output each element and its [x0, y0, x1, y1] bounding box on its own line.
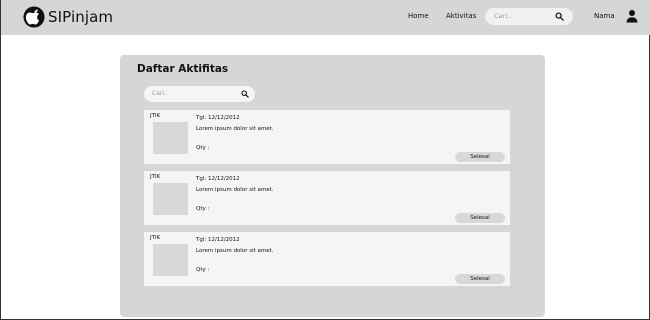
user-name[interactable]: Nama — [594, 12, 615, 20]
card-qty: Qty : — [196, 267, 210, 273]
card-date: Tgl: 12/12/2012 — [196, 237, 240, 243]
nav-search-input[interactable]: Cari.. — [494, 12, 511, 20]
brand[interactable]: SIPinjam — [23, 6, 113, 28]
panel-search-box[interactable]: Cari.. — [144, 86, 255, 102]
card-thumbnail — [153, 183, 188, 215]
selesai-button[interactable]: Selesai — [455, 213, 505, 223]
panel-title: Daftar Aktifitas — [137, 63, 229, 75]
card-date: Tgl: 12/12/2012 — [196, 115, 240, 121]
card-description: Lorem ipsum dolor sit amet. — [196, 187, 274, 193]
nav-link-home[interactable]: Home — [408, 12, 429, 20]
card-code: JTIK — [150, 174, 161, 180]
card-description: Lorem ipsum dolor sit amet. — [196, 248, 274, 254]
user-icon[interactable] — [625, 9, 639, 23]
card-qty: Qty : — [196, 145, 210, 151]
search-icon[interactable] — [241, 90, 249, 98]
card-date: Tgl: 12/12/2012 — [196, 176, 240, 182]
activity-card: JTIK Tgl: 12/12/2012 Lorem ipsum dolor s… — [144, 110, 510, 164]
activity-card: JTIK Tgl: 12/12/2012 Lorem ipsum dolor s… — [144, 232, 510, 286]
card-code: JTIK — [150, 113, 161, 119]
navbar: SIPinjam Home Aktivitas Cari.. Nama — [1, 0, 650, 35]
app-window: SIPinjam Home Aktivitas Cari.. Nama Daft… — [0, 0, 650, 320]
brand-name: SIPinjam — [48, 8, 114, 26]
card-thumbnail — [153, 244, 188, 276]
nav-search-box[interactable]: Cari.. — [485, 8, 573, 25]
activity-card: JTIK Tgl: 12/12/2012 Lorem ipsum dolor s… — [144, 171, 510, 225]
search-icon[interactable] — [555, 12, 564, 21]
panel-search-input[interactable]: Cari.. — [152, 90, 168, 97]
card-code: JTIK — [150, 235, 161, 241]
card-qty: Qty : — [196, 206, 210, 212]
nav-link-aktivitas[interactable]: Aktivitas — [446, 12, 476, 20]
selesai-button[interactable]: Selesai — [455, 274, 505, 284]
card-description: Lorem ipsum dolor sit amet. — [196, 126, 274, 132]
apple-icon — [23, 6, 45, 28]
card-thumbnail — [153, 122, 188, 154]
selesai-button[interactable]: Selesai — [455, 152, 505, 162]
activity-panel: Daftar Aktifitas Cari.. JTIK Tgl: 12/12/… — [120, 55, 545, 317]
